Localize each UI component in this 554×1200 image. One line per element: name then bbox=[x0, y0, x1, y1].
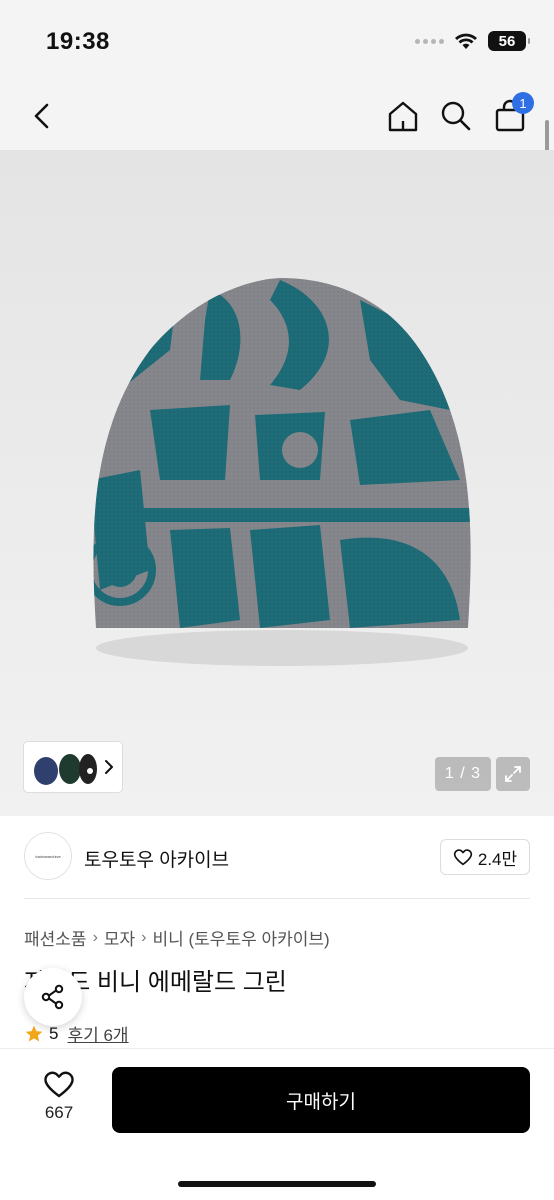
expand-button[interactable] bbox=[496, 757, 530, 791]
image-counter: 1 / 3 bbox=[435, 757, 491, 791]
buy-button[interactable]: 구매하기 bbox=[112, 1067, 530, 1133]
product-image-gallery[interactable]: 1 / 3 bbox=[0, 150, 554, 816]
search-button[interactable] bbox=[434, 94, 478, 138]
heart-icon bbox=[44, 1071, 74, 1098]
share-icon bbox=[41, 984, 64, 1010]
breadcrumb-item-category[interactable]: 패션소품 bbox=[24, 925, 87, 950]
seller-row[interactable]: towtowarchive 토우토우 아카이브 2.4만 bbox=[24, 832, 530, 882]
home-icon bbox=[388, 101, 418, 132]
status-bar: 19:38 56 bbox=[0, 0, 554, 84]
battery-icon: 56 bbox=[488, 31, 530, 51]
signal-icon bbox=[415, 38, 444, 44]
seller-avatar[interactable]: towtowarchive bbox=[24, 832, 72, 880]
product-image bbox=[93, 278, 471, 666]
seller-like-count: 2.4만 bbox=[477, 849, 518, 869]
top-navigation: 1 bbox=[0, 84, 554, 150]
thumbnail-image bbox=[34, 754, 97, 785]
share-button[interactable] bbox=[24, 968, 82, 1026]
breadcrumb: 패션소품 › 모자 › 비니 (토우토우 아카이브) bbox=[24, 925, 330, 950]
seller-like-button[interactable]: 2.4만 bbox=[440, 839, 530, 875]
star-icon bbox=[25, 1025, 43, 1041]
rating-row: 5 후기 6개 bbox=[24, 1021, 129, 1046]
home-button[interactable] bbox=[381, 94, 425, 138]
wishlist-button[interactable]: 667 bbox=[24, 1069, 94, 1131]
reviews-link[interactable]: 후기 6개 bbox=[67, 1021, 128, 1046]
divider bbox=[24, 898, 530, 899]
cart-button[interactable]: 1 bbox=[488, 92, 534, 138]
search-icon bbox=[441, 101, 471, 131]
home-indicator bbox=[178, 1181, 376, 1187]
heart-icon bbox=[453, 849, 473, 866]
chevron-right-icon: › bbox=[141, 928, 147, 946]
bottom-action-bar: 667 구매하기 bbox=[0, 1048, 554, 1200]
breadcrumb-item-brand-category[interactable]: 비니 (토우토우 아카이브) bbox=[153, 925, 330, 950]
thumbnail-strip[interactable] bbox=[24, 742, 122, 792]
seller-name[interactable]: 토우토우 아카이브 bbox=[84, 845, 229, 872]
expand-icon bbox=[505, 766, 521, 782]
status-icons: 56 bbox=[415, 31, 530, 51]
chevron-right-icon bbox=[105, 760, 113, 774]
status-time: 19:38 bbox=[46, 28, 110, 55]
breadcrumb-item-subcategory[interactable]: 모자 bbox=[104, 925, 135, 950]
back-button[interactable] bbox=[20, 94, 64, 138]
back-icon bbox=[34, 103, 49, 129]
chevron-right-icon: › bbox=[92, 928, 98, 946]
wifi-icon bbox=[455, 33, 477, 49]
seller-avatar-logo: towtowarchive bbox=[35, 853, 61, 859]
cart-count-badge: 1 bbox=[512, 92, 534, 114]
wishlist-count: 667 bbox=[44, 1103, 74, 1122]
rating-value: 5 bbox=[49, 1023, 59, 1043]
